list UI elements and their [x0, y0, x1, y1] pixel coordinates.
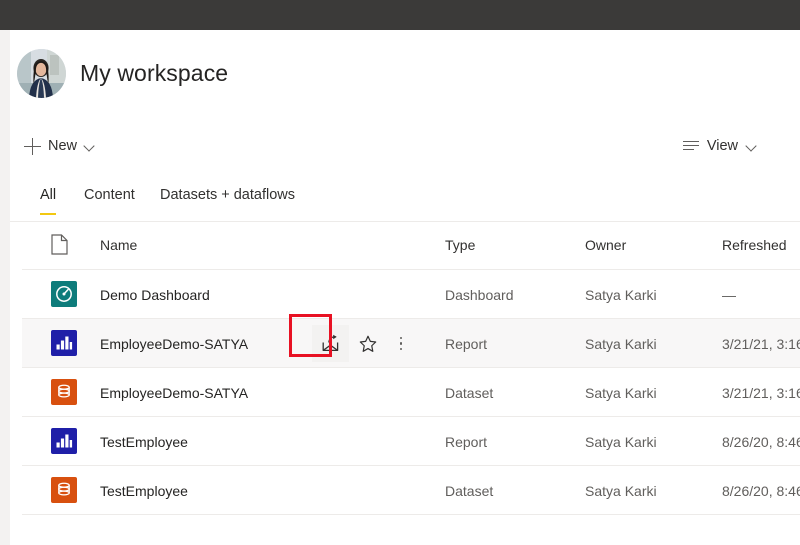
plus-icon	[24, 137, 41, 155]
new-button[interactable]: New	[18, 127, 101, 165]
tab-label: All	[40, 187, 57, 203]
row-owner: Satya Karki	[585, 336, 657, 352]
row-type: Dataset	[445, 483, 494, 499]
table-header-row: Name Type Owner Refreshed	[22, 222, 800, 270]
row-type: Dataset	[445, 385, 494, 401]
report-bar-chart-icon	[51, 330, 77, 356]
document-icon	[51, 234, 68, 255]
row-type: Dashboard	[445, 287, 514, 303]
tab-all[interactable]: All	[40, 182, 57, 222]
table-row[interactable]: EmployeeDemo-SATYA Report Satya Karki 3/…	[22, 319, 800, 368]
table-row[interactable]: TestEmployee Report Satya Karki 8/26/20,…	[22, 417, 800, 466]
row-refreshed: 8/26/20, 8:46:24 PM	[722, 483, 800, 499]
column-header-owner[interactable]: Owner	[585, 237, 626, 253]
list-lines-icon	[682, 140, 699, 152]
more-options-icon[interactable]	[386, 325, 416, 362]
dataset-database-icon	[51, 477, 77, 503]
row-owner: Satya Karki	[585, 483, 657, 499]
report-bar-chart-icon	[51, 428, 77, 454]
column-header-type[interactable]: Type	[445, 237, 475, 253]
row-owner: Satya Karki	[585, 385, 657, 401]
table-row[interactable]: Demo Dashboard Dashboard Satya Karki —	[22, 270, 800, 319]
row-name[interactable]: TestEmployee	[100, 434, 188, 450]
row-refreshed: 3/21/21, 3:16:51 PM	[722, 385, 800, 401]
chevron-down-icon	[746, 141, 757, 152]
user-avatar-photo	[17, 49, 66, 98]
content-panel: My workspace New View All Content Datase…	[10, 30, 800, 545]
column-header-refreshed[interactable]: Refreshed	[722, 237, 787, 253]
content-table: Name Type Owner Refreshed Demo Dashboard…	[10, 222, 800, 515]
tab-bar: All Content Datasets + dataflows	[10, 182, 800, 222]
dashboard-gauge-icon	[51, 281, 77, 307]
tab-content[interactable]: Content	[84, 182, 135, 222]
row-owner: Satya Karki	[585, 434, 657, 450]
star-outline-icon[interactable]	[349, 325, 386, 362]
workspace-header: My workspace	[10, 30, 800, 108]
share-icon[interactable]	[312, 325, 349, 362]
row-refreshed: —	[722, 287, 736, 303]
dataset-database-icon	[51, 379, 77, 405]
view-button-label: View	[706, 138, 738, 154]
row-type: Report	[445, 336, 488, 352]
table-row[interactable]: TestEmployee Dataset Satya Karki 8/26/20…	[22, 466, 800, 515]
row-name[interactable]: EmployeeDemo-SATYA	[100, 336, 248, 352]
tab-label: Content	[84, 187, 135, 203]
app-bar	[0, 0, 800, 30]
tab-label: Datasets + dataflows	[160, 187, 296, 203]
row-refreshed: 3/21/21, 3:16:51 PM	[722, 336, 800, 352]
row-name[interactable]: Demo Dashboard	[100, 287, 210, 303]
row-type: Report	[445, 434, 488, 450]
table-row[interactable]: EmployeeDemo-SATYA Dataset Satya Karki 3…	[22, 368, 800, 417]
page-title: My workspace	[80, 60, 229, 86]
tab-datasets-dataflows[interactable]: Datasets + dataflows	[160, 182, 295, 222]
app-window: My workspace New View All Content Datase…	[0, 0, 800, 545]
command-bar: New View	[10, 127, 800, 165]
new-button-label: New	[48, 138, 78, 154]
row-name[interactable]: TestEmployee	[100, 483, 188, 499]
chevron-down-icon	[84, 141, 95, 152]
row-refreshed: 8/26/20, 8:46:24 PM	[722, 434, 800, 450]
row-name[interactable]: EmployeeDemo-SATYA	[100, 385, 248, 401]
column-header-name[interactable]: Name	[100, 237, 137, 253]
row-action-group	[312, 325, 416, 362]
view-button[interactable]: View	[678, 127, 762, 165]
row-owner: Satya Karki	[585, 287, 657, 303]
